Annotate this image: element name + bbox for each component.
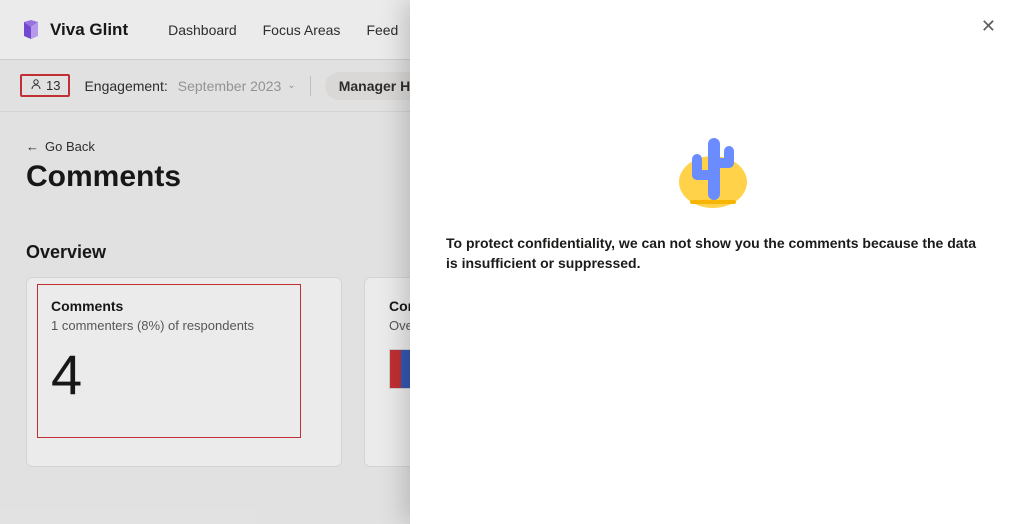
empty-state-illustration bbox=[446, 120, 980, 210]
close-button[interactable]: ✕ bbox=[981, 16, 996, 37]
app-name: Viva Glint bbox=[50, 20, 128, 40]
nav-focus-areas[interactable]: Focus Areas bbox=[263, 22, 341, 38]
engagement-filter[interactable]: Engagement: September 2023 ⌄ bbox=[84, 78, 295, 94]
viva-glint-logo-icon bbox=[20, 19, 42, 41]
app-logo[interactable]: Viva Glint bbox=[20, 19, 128, 41]
chevron-down-icon: ⌄ bbox=[287, 80, 295, 91]
comments-card-subtitle: 1 commenters (8%) of respondents bbox=[51, 318, 317, 333]
cactus-icon bbox=[668, 120, 758, 210]
engagement-label: Engagement: bbox=[84, 78, 167, 94]
respondents-badge[interactable]: 13 bbox=[20, 74, 70, 97]
sentiment-negative-segment bbox=[390, 350, 401, 388]
divider bbox=[310, 76, 311, 96]
arrow-left-icon: ← bbox=[26, 139, 39, 154]
nav-dashboard[interactable]: Dashboard bbox=[168, 22, 237, 38]
close-icon: ✕ bbox=[981, 16, 996, 36]
nav-feed[interactable]: Feed bbox=[366, 22, 398, 38]
engagement-value: September 2023 bbox=[178, 78, 282, 94]
top-nav: Dashboard Focus Areas Feed bbox=[168, 22, 398, 38]
go-back-label: Go Back bbox=[45, 139, 95, 154]
respondents-count: 13 bbox=[46, 78, 60, 93]
comments-card[interactable]: Comments 1 commenters (8%) of respondent… bbox=[26, 277, 342, 467]
comments-card-title: Comments bbox=[51, 298, 317, 314]
person-icon bbox=[30, 78, 42, 93]
side-panel: ✕ To protect confidentiality, we can not… bbox=[410, 0, 1016, 524]
comments-count-value: 4 bbox=[51, 347, 317, 403]
go-back-link[interactable]: ← Go Back bbox=[26, 139, 95, 154]
confidentiality-message: To protect confidentiality, we can not s… bbox=[446, 234, 980, 273]
